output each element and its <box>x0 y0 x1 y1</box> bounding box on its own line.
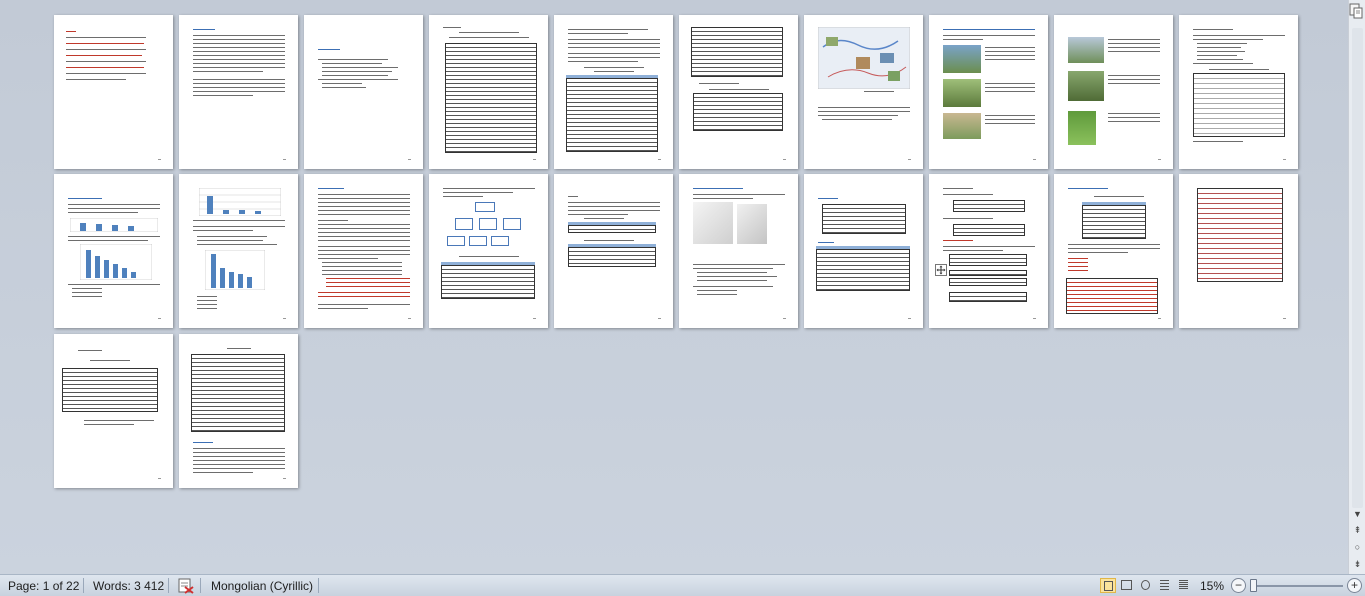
scroll-down-button[interactable]: ▼ <box>1351 508 1364 520</box>
print-layout-icon <box>1104 581 1113 591</box>
document-page[interactable] <box>1054 15 1173 169</box>
next-page-icon: ⇟ <box>1353 559 1362 569</box>
outline-view-button[interactable] <box>1157 578 1173 593</box>
document-page[interactable] <box>304 15 423 169</box>
ruler-toggle-icon[interactable] <box>1349 3 1363 19</box>
zoom-out-button[interactable]: − <box>1231 578 1246 593</box>
next-page-button[interactable]: ⇟ <box>1351 558 1364 570</box>
document-page[interactable] <box>929 174 1048 328</box>
zoom-slider-track[interactable] <box>1253 585 1343 587</box>
document-page[interactable] <box>554 174 673 328</box>
proofing-error-icon[interactable] <box>176 577 196 594</box>
web-layout-view-button[interactable] <box>1138 578 1154 593</box>
document-page[interactable] <box>1179 15 1298 169</box>
document-page[interactable] <box>679 15 798 169</box>
document-page[interactable] <box>179 15 298 169</box>
document-page[interactable] <box>54 334 173 488</box>
document-page[interactable] <box>554 15 673 169</box>
document-canvas[interactable] <box>0 0 1348 574</box>
print-layout-view-button[interactable] <box>1100 578 1116 593</box>
chart-image <box>70 218 158 232</box>
web-layout-icon <box>1141 580 1150 590</box>
word-count[interactable]: Words: 3 412 <box>93 579 164 593</box>
outline-icon <box>1160 580 1169 590</box>
browse-object-icon: ○ <box>1354 542 1361 552</box>
document-page[interactable] <box>929 15 1048 169</box>
document-page[interactable] <box>54 15 173 169</box>
document-page[interactable] <box>179 334 298 488</box>
previous-page-icon: ⇞ <box>1353 525 1362 535</box>
draft-icon <box>1179 580 1188 590</box>
document-page[interactable] <box>429 174 548 328</box>
page-count[interactable]: Page: 1 of 22 <box>8 579 79 593</box>
document-page[interactable] <box>1054 174 1173 328</box>
document-page[interactable] <box>429 15 548 169</box>
language-indicator[interactable]: Mongolian (Cyrillic) <box>211 579 313 593</box>
chart-image <box>80 244 152 280</box>
chart-image <box>199 188 281 216</box>
select-browse-object-button[interactable]: ○ <box>1351 541 1364 553</box>
zoom-in-button[interactable]: + <box>1347 578 1362 593</box>
document-page[interactable] <box>304 174 423 328</box>
draft-view-button[interactable] <box>1176 578 1192 593</box>
document-page[interactable] <box>1179 174 1298 328</box>
document-page[interactable] <box>179 174 298 328</box>
scroll-thumb[interactable] <box>1352 28 1363 508</box>
full-screen-reading-view-button[interactable] <box>1119 578 1135 593</box>
full-screen-reading-icon <box>1121 580 1132 590</box>
zoom-level[interactable]: 15% <box>1200 579 1224 593</box>
map-image <box>818 27 910 89</box>
table-move-handle-icon[interactable] <box>935 264 947 276</box>
document-page[interactable] <box>54 174 173 328</box>
vertical-scrollbar[interactable]: ▲ ▼ ⇞ ○ ⇟ <box>1348 0 1365 574</box>
chart-image <box>205 250 265 290</box>
document-page[interactable] <box>804 15 923 169</box>
status-bar: Page: 1 of 22 Words: 3 412 Mongolian (Cy… <box>0 574 1365 596</box>
chevron-down-icon: ▼ <box>1353 509 1362 519</box>
document-page[interactable] <box>804 174 923 328</box>
previous-page-button[interactable]: ⇞ <box>1351 524 1364 536</box>
zoom-slider-knob[interactable] <box>1250 579 1257 592</box>
document-page[interactable] <box>679 174 798 328</box>
